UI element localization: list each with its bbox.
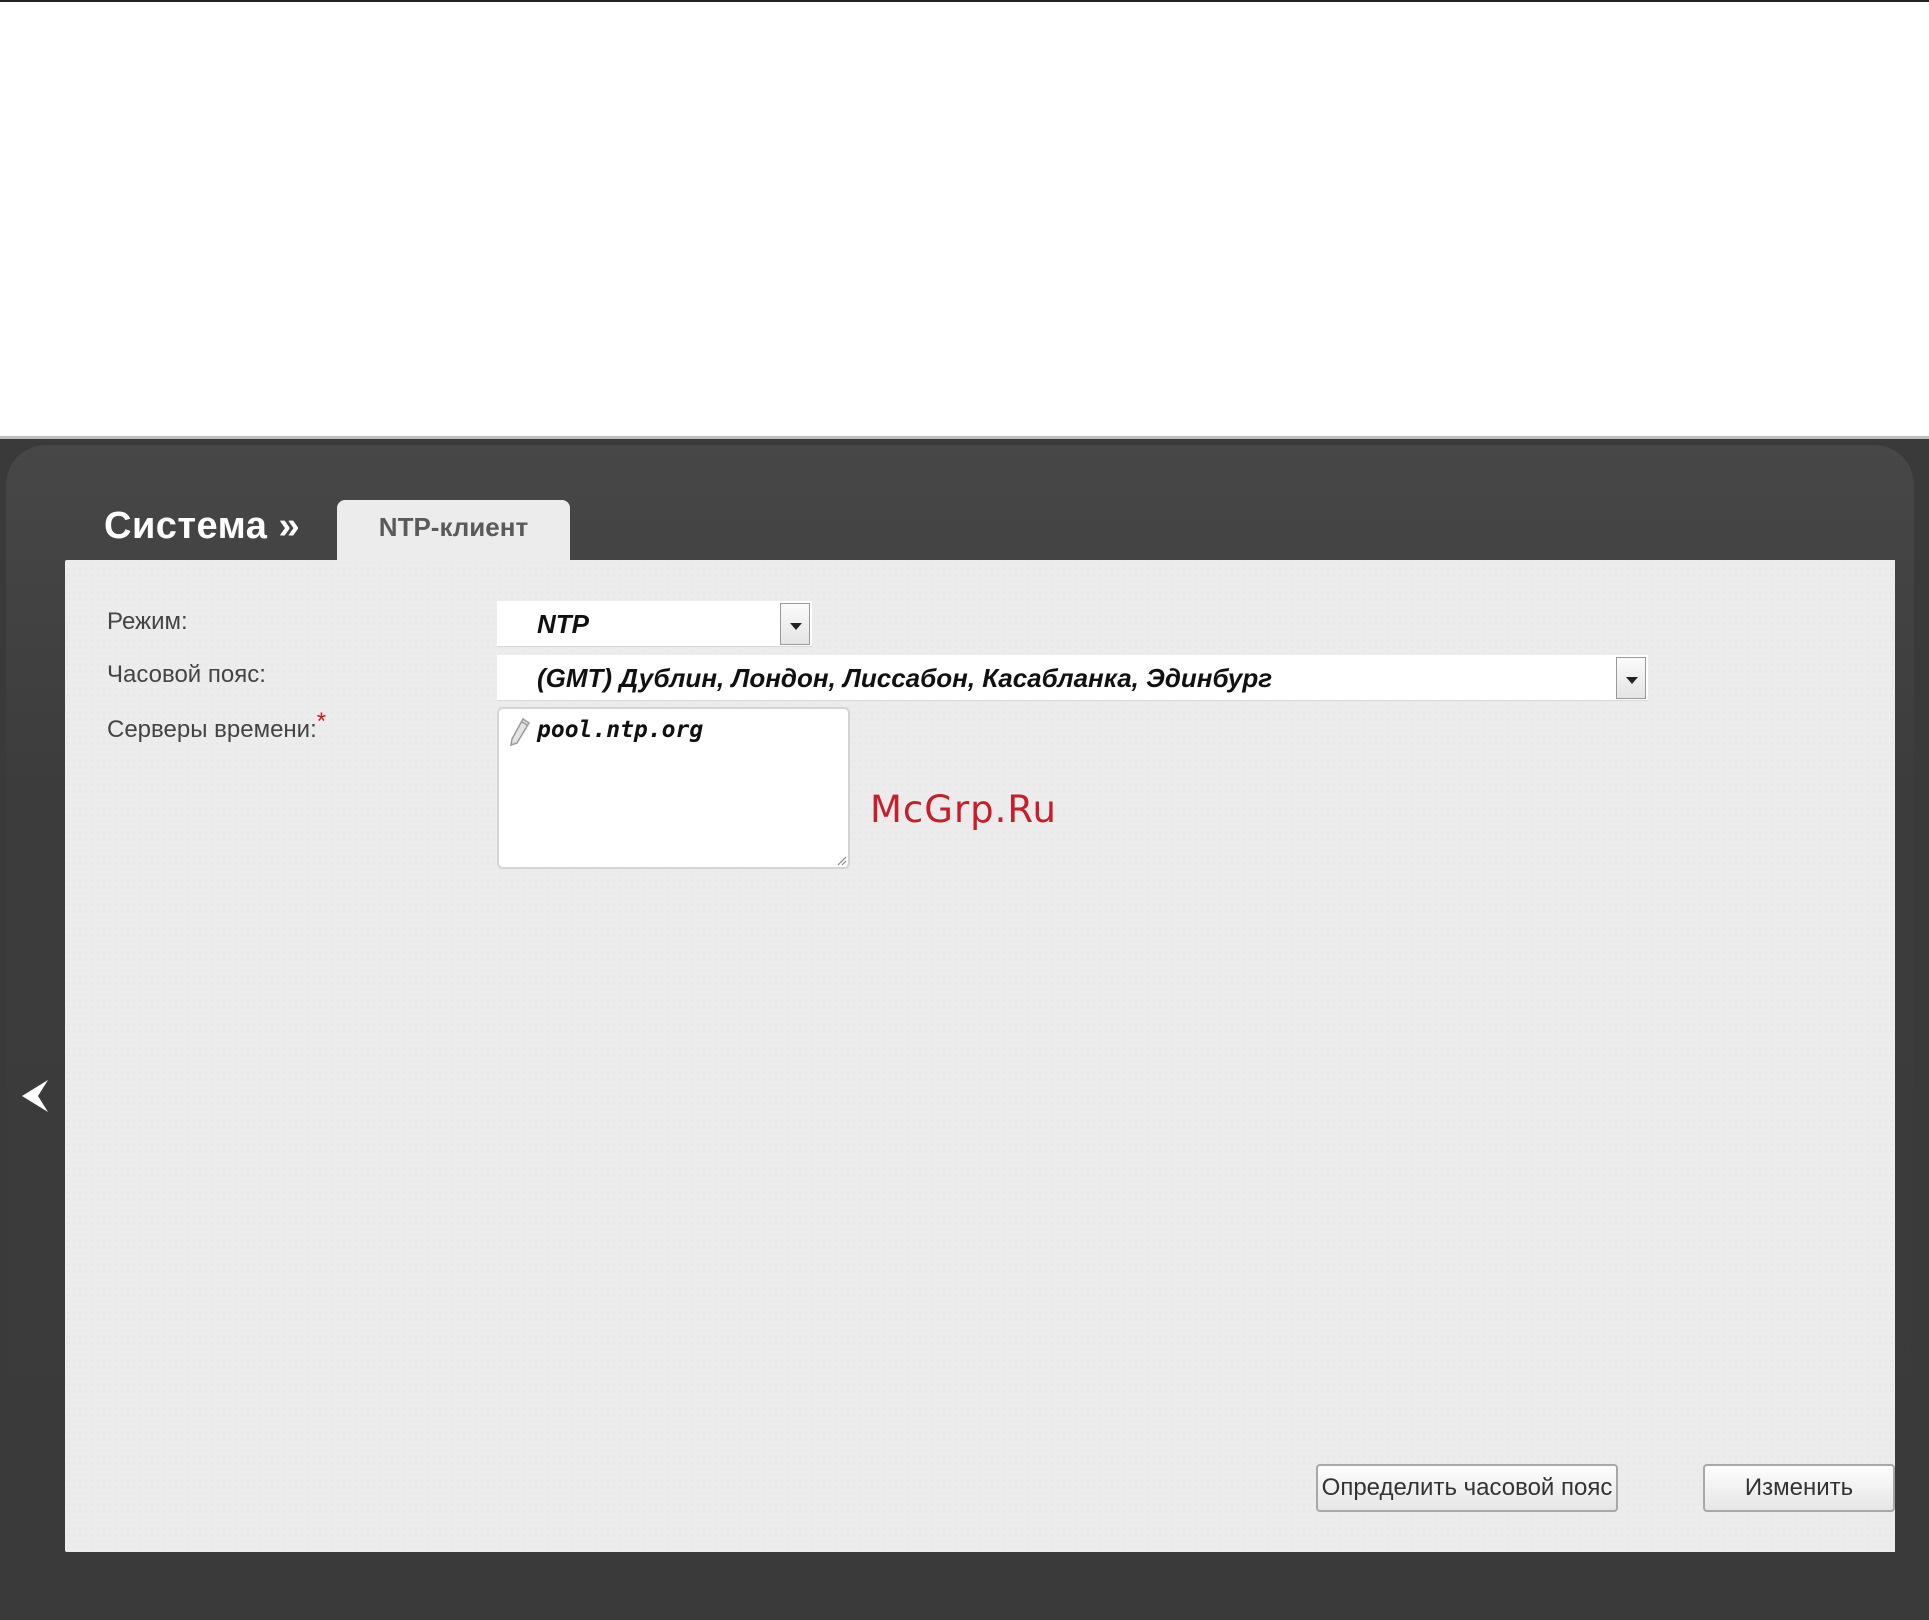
chevron-down-icon[interactable]: [780, 603, 810, 645]
servers-textarea[interactable]: pool.ntp.org: [497, 707, 850, 869]
section-title[interactable]: Система »: [104, 505, 300, 548]
mode-label: Режим:: [107, 608, 188, 635]
required-mark: *: [316, 708, 327, 735]
resize-handle-icon[interactable]: [835, 854, 847, 866]
pencil-icon: [510, 717, 531, 747]
servers-label: Серверы времени:*: [107, 708, 326, 744]
content-panel: [65, 560, 1895, 1552]
detect-timezone-button[interactable]: Определить часовой пояс: [1316, 1464, 1618, 1512]
chevron-down-icon[interactable]: [1616, 657, 1646, 699]
top-rule: [0, 0, 1929, 2]
watermark: McGrp.Ru: [870, 788, 1057, 831]
timezone-select[interactable]: (GMT) Дублин, Лондон, Лиссабон, Касаблан…: [497, 655, 1648, 701]
mode-select[interactable]: NTP: [497, 601, 812, 647]
chevron-left-icon[interactable]: [18, 1076, 52, 1116]
timezone-label: Часовой пояс:: [107, 661, 266, 688]
timezone-select-value: (GMT) Дублин, Лондон, Лиссабон, Касаблан…: [537, 663, 1273, 693]
change-button[interactable]: Изменить: [1703, 1464, 1895, 1512]
servers-textarea-value: pool.ntp.org: [537, 717, 704, 743]
mode-select-value: NTP: [537, 609, 589, 639]
servers-label-text: Серверы времени:: [107, 716, 317, 743]
tab-ntp-client[interactable]: NTP-клиент: [337, 500, 570, 562]
